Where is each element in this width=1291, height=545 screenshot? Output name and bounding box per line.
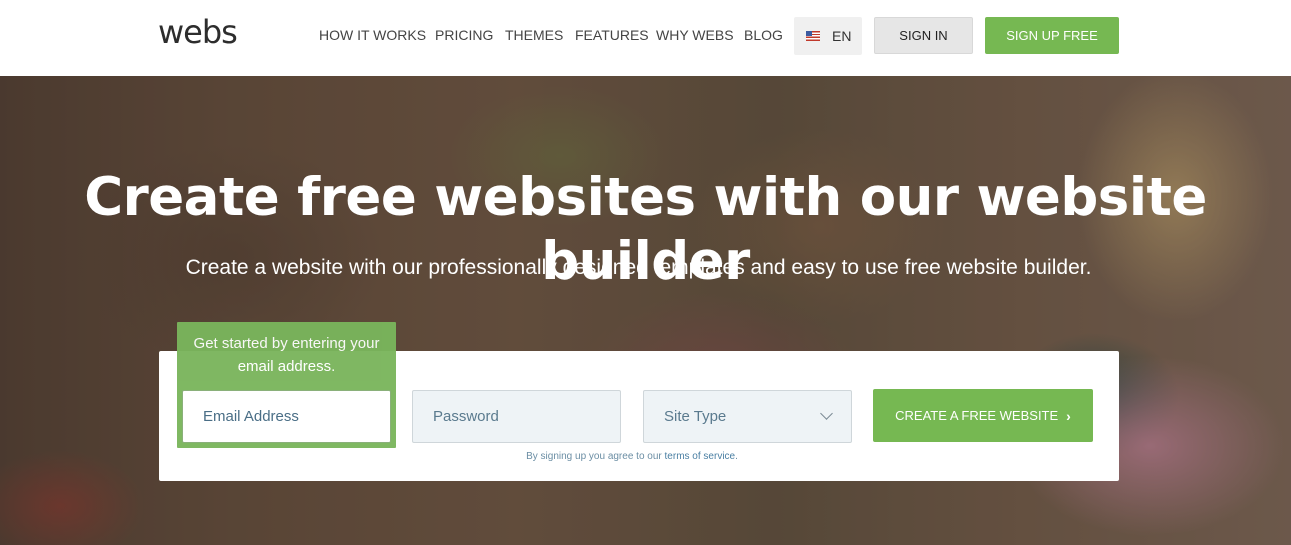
terms-notice: By signing up you agree to our terms of … — [412, 451, 852, 462]
terms-prefix: By signing up you agree to our — [526, 451, 665, 462]
tip-text: Get started by entering your email addre… — [193, 335, 380, 375]
terms-of-service-link[interactable]: terms of service — [665, 451, 736, 462]
sign-up-free-button[interactable]: SIGN UP FREE — [985, 17, 1119, 54]
hero-subtitle: Create a website with our professionally… — [185, 256, 1092, 279]
language-selector[interactable]: EN — [794, 17, 862, 55]
chevron-right-icon: › — [1066, 407, 1071, 424]
site-type-label: Site Type — [664, 408, 727, 425]
terms-suffix: . — [735, 451, 738, 462]
webs-logo[interactable]: webs — [158, 12, 238, 52]
sign-in-button[interactable]: SIGN IN — [874, 17, 973, 54]
email-input[interactable]: Email Address — [182, 390, 391, 443]
language-label: EN — [832, 28, 852, 44]
nav-themes[interactable]: THEMES — [505, 26, 563, 44]
chevron-down-icon — [820, 407, 833, 420]
site-type-select[interactable]: Site Type — [643, 390, 852, 443]
site-header: webs HOW IT WORKS PRICING THEMES FEATURE… — [0, 0, 1291, 76]
nav-blog[interactable]: BLOG — [744, 26, 783, 44]
password-input[interactable]: Password — [412, 390, 621, 443]
nav-pricing[interactable]: PRICING — [435, 26, 493, 44]
hero-section: Create free websites with our website bu… — [0, 76, 1291, 545]
create-free-website-button[interactable]: CREATE A FREE WEBSITE › — [873, 389, 1093, 442]
create-button-label: CREATE A FREE WEBSITE — [895, 408, 1059, 423]
nav-how-it-works[interactable]: HOW IT WORKS — [319, 26, 426, 44]
us-flag-icon — [806, 31, 820, 41]
nav-features[interactable]: FEATURES — [575, 26, 649, 44]
nav-why-webs[interactable]: WHY WEBS — [656, 26, 734, 44]
